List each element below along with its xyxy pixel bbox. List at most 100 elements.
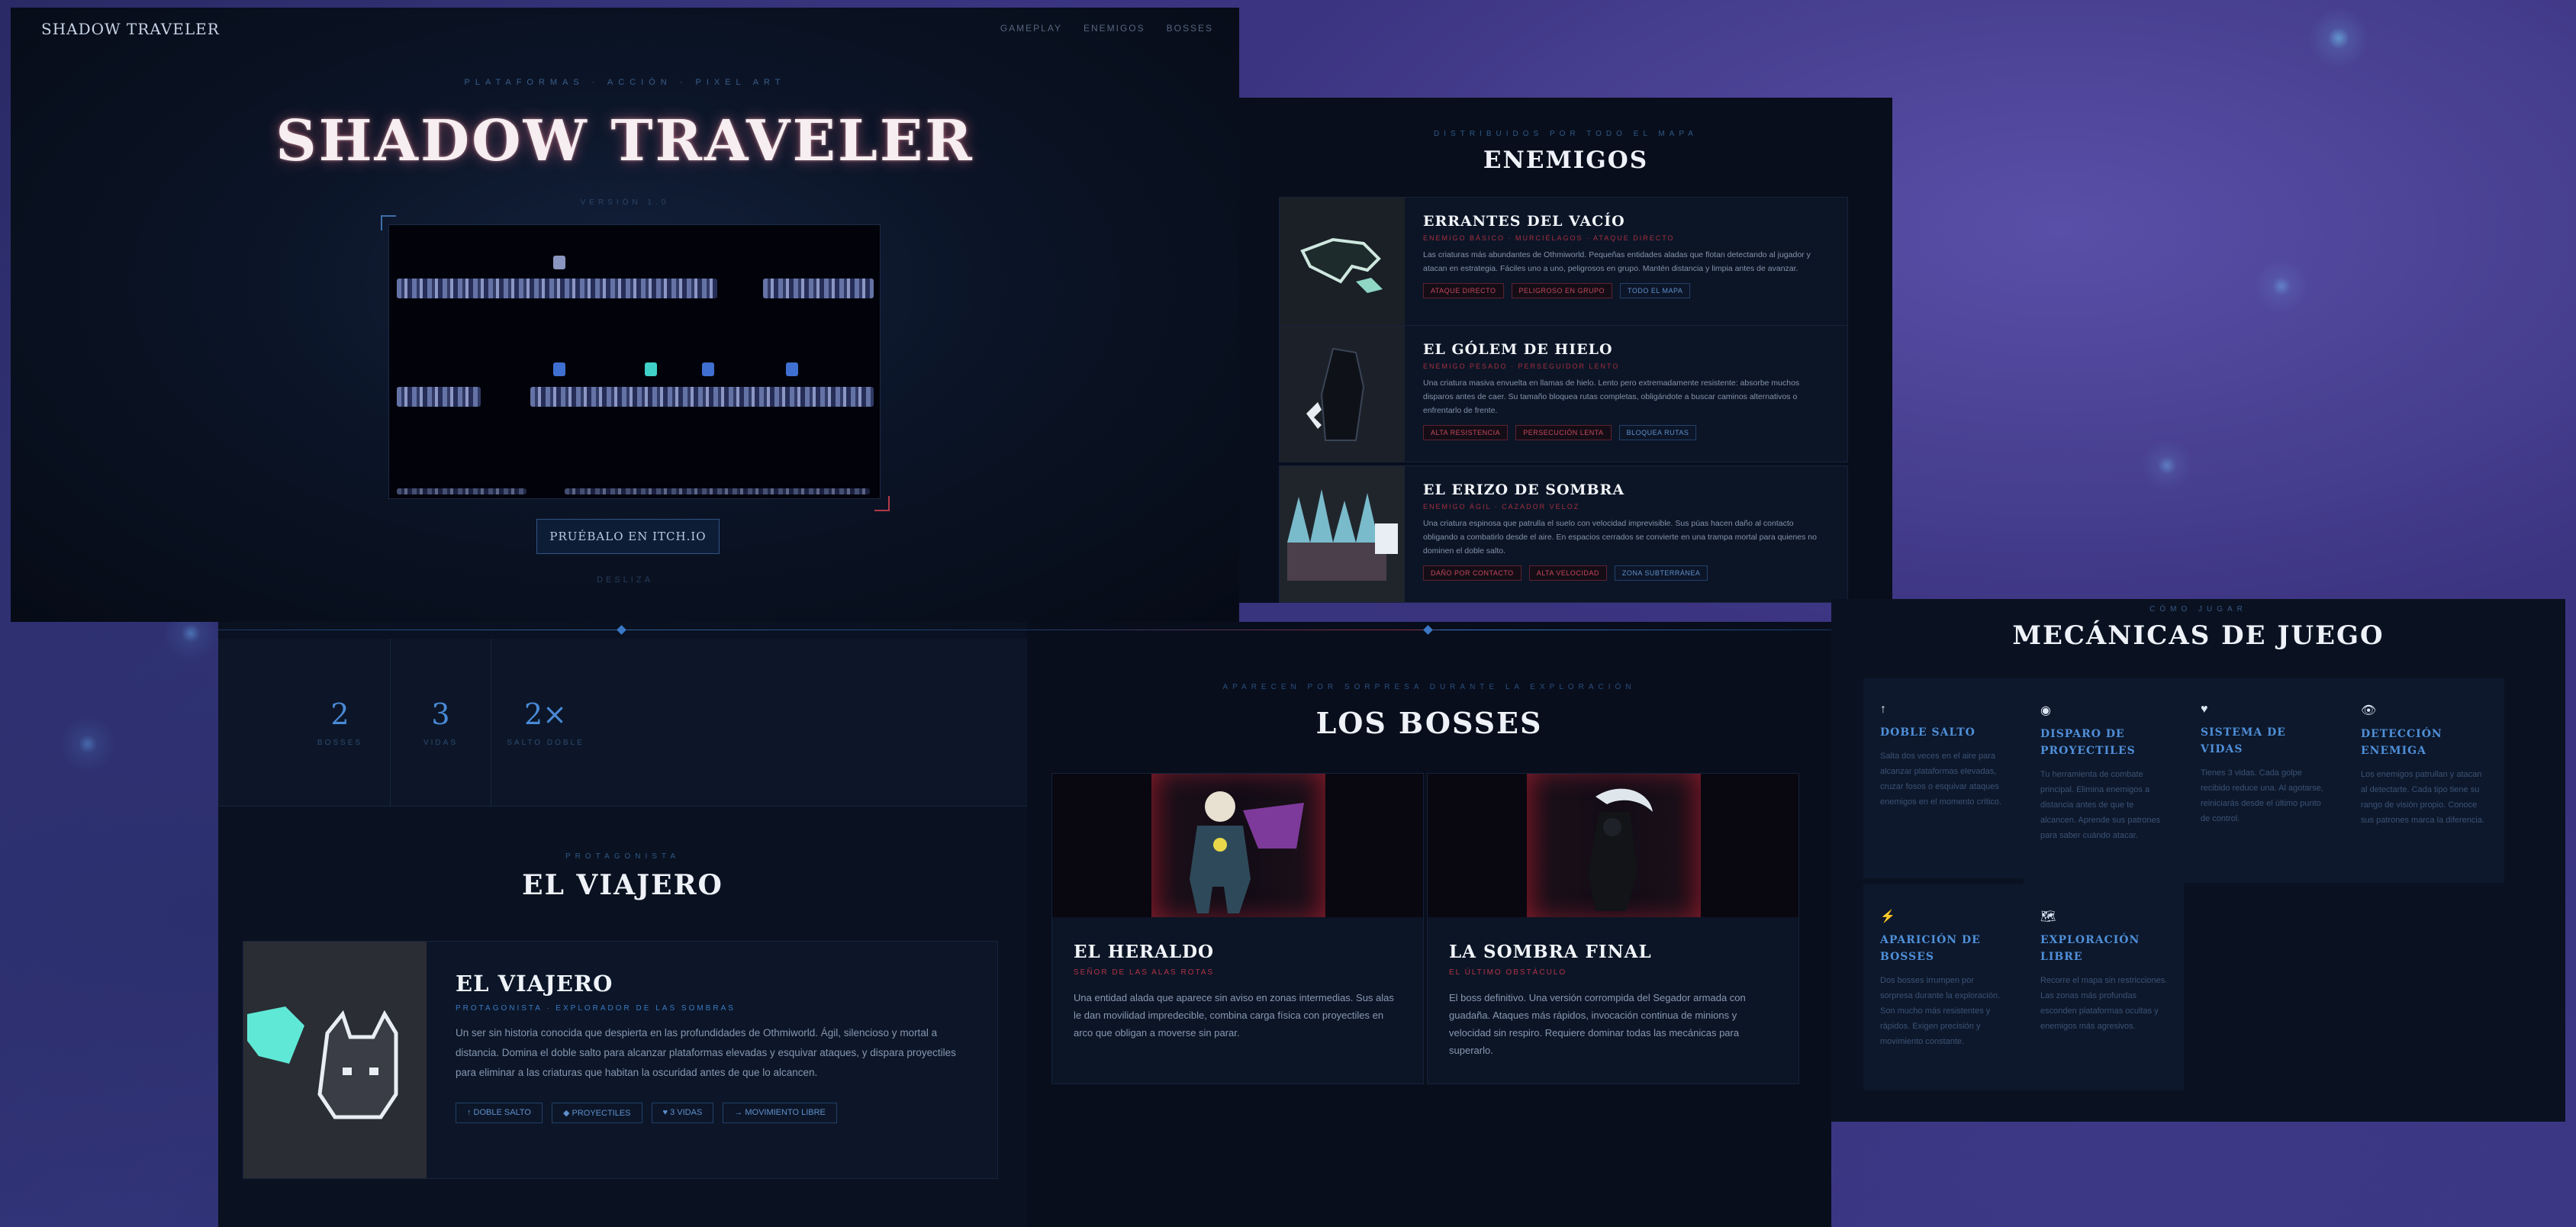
enemies-title: ENEMIGOS xyxy=(1483,147,1649,174)
nav-link-enemigos[interactable]: ENEMIGOS xyxy=(1084,23,1145,34)
hero-title: SHADOW TRAVELER xyxy=(275,108,974,174)
top-navbar: SHADOW TRAVELER GAMEPLAY ENEMIGOS BOSSES xyxy=(11,8,1239,50)
boss-portrait xyxy=(1428,774,1798,917)
enemy-chip: ATAQUE DIRECTO xyxy=(1423,283,1504,298)
mechanic-card-double-jump: ↑ DOBLE SALTO Salta dos veces en el aire… xyxy=(1863,678,2024,878)
enemy-portrait xyxy=(1280,466,1405,602)
mechanic-card-bosses: ⚡ APARICIÓN DE BOSSES Dos bosses irrumpe… xyxy=(1863,884,2024,1090)
game-platform xyxy=(763,279,874,298)
mechanics-title: MECÁNICAS DE JUEGO xyxy=(2012,620,2384,651)
enemy-name: ERRANTES DEL VACÍO xyxy=(1423,213,1625,230)
enemy-chip: ZONA SUBTERRÁNEA xyxy=(1614,565,1708,581)
lightning-icon: ⚡ xyxy=(1880,910,1895,923)
stats-bar: 2 BOSSES 3 VIDAS 2× SALTO DOBLE xyxy=(218,639,1027,807)
mechanic-name: DETECCIÓN ENEMIGA xyxy=(2361,728,2442,757)
enemy-chip: TODO EL MAPA xyxy=(1620,283,1691,298)
mechanic-description: Recorre el mapa sin restricciones. Las z… xyxy=(2040,976,2168,1031)
mechanic-card-detection: 👁 DETECCIÓN ENEMIGA Los enemigos patrull… xyxy=(2344,678,2504,883)
enemy-chip: PELIGROSO EN GRUPO xyxy=(1511,283,1613,298)
enemy-card: ERRANTES DEL VACÍO ENEMIGO BÁSICO · MURC… xyxy=(1279,197,1848,334)
mechanic-name: EXPLORACIÓN LIBRE xyxy=(2040,934,2140,963)
stat-value: 2× xyxy=(523,697,568,731)
mechanic-card-exploration: 🗺 EXPLORACIÓN LIBRE Recorre el mapa sin … xyxy=(2024,884,2184,1090)
stat-value: 2 xyxy=(330,697,349,731)
main-nav: GAMEPLAY ENEMIGOS BOSSES xyxy=(1000,23,1213,34)
game-player-sprite xyxy=(553,256,565,269)
protagonist-description: Un ser sin historia conocida que despier… xyxy=(456,1027,956,1078)
boss-card: LA SOMBRA FINAL EL ÚLTIMO OBSTÁCULO El b… xyxy=(1427,773,1799,1084)
mechanic-description: Tienes 3 vidas. Cada golpe recibido redu… xyxy=(2201,768,2323,823)
mechanic-name: SISTEMA DE VIDAS xyxy=(2201,726,2286,755)
enemy-chip: ALTA VELOCIDAD xyxy=(1528,565,1607,581)
stat-label: VIDAS xyxy=(423,739,458,747)
divider-ornament xyxy=(1423,625,1433,635)
hero-section: SHADOW TRAVELER GAMEPLAY ENEMIGOS BOSSES… xyxy=(11,8,1239,622)
mechanic-description: Salta dos veces en el aire para alcanzar… xyxy=(1880,752,2001,807)
ability-chip-double-jump: ↑ DOBLE SALTO xyxy=(456,1103,543,1123)
enemy-name: EL ERIZO DE SOMBRA xyxy=(1423,481,1625,498)
enemy-tags: ENEMIGO PESADO · PERSEGUIDOR LENTO xyxy=(1423,362,1620,370)
version-label: VERSIÓN 1.0 xyxy=(580,198,670,207)
boss-description: El boss definitivo. Una versión corrompi… xyxy=(1449,992,1746,1056)
stat-label: SALTO DOBLE xyxy=(507,739,584,747)
boss-card: EL HERALDO SEÑOR DE LAS ALAS ROTAS Una e… xyxy=(1051,773,1424,1084)
enemy-tags: ENEMIGO ÁGIL · CAZADOR VELOZ xyxy=(1423,503,1580,510)
gameplay-screenshot xyxy=(388,224,881,499)
gameplay-preview-frame xyxy=(381,215,890,511)
game-enemy-sprite xyxy=(702,362,714,376)
protagonist-card: EL VIAJERO PROTAGONISTA · EXPLORADOR DE … xyxy=(243,941,998,1179)
enemy-chip: BLOQUEA RUTAS xyxy=(1618,425,1697,440)
enemies-section: DISTRIBUIDOS POR TODO EL MAPA ENEMIGOS E… xyxy=(1239,98,1892,603)
boss-subtitle: SEÑOR DE LAS ALAS ROTAS xyxy=(1074,968,1215,977)
enemies-kicker: DISTRIBUIDOS POR TODO EL MAPA xyxy=(1434,130,1698,138)
game-platform xyxy=(530,387,874,407)
enemy-name: EL GÓLEM DE HIELO xyxy=(1423,341,1613,358)
enemy-card: EL GÓLEM DE HIELO ENEMIGO PESADO · PERSE… xyxy=(1279,325,1848,462)
enemy-portrait xyxy=(1280,326,1405,462)
protagonist-section: 2 BOSSES 3 VIDAS 2× SALTO DOBLE PROTAGON… xyxy=(218,622,1027,1227)
boss-portrait xyxy=(1052,774,1423,917)
bosses-kicker: APARECEN POR SORPRESA DURANTE LA EXPLORA… xyxy=(1222,683,1636,691)
bosses-title: LOS BOSSES xyxy=(1315,706,1543,740)
eye-icon: 👁 xyxy=(2361,704,2377,717)
game-platform xyxy=(397,387,481,407)
protagonist-title: EL VIAJERO xyxy=(522,869,723,901)
enemy-description: Una criatura espinosa que patrulla el su… xyxy=(1423,519,1817,556)
enemy-description: Una criatura masiva envuelta en llamas d… xyxy=(1423,378,1800,415)
ability-chip-lives: ♥ 3 VIDAS xyxy=(651,1103,714,1123)
arrow-up-icon: ↑ xyxy=(1880,703,1886,716)
mechanics-section: CÓMO JUGAR MECÁNICAS DE JUEGO ↑ DOBLE SA… xyxy=(1831,599,2565,1122)
mechanic-name: DOBLE SALTO xyxy=(1880,726,1975,739)
enemy-card: EL ERIZO DE SOMBRA ENEMIGO ÁGIL · CAZADO… xyxy=(1279,465,1848,603)
mechanic-name: APARICIÓN DE BOSSES xyxy=(1880,934,1981,963)
play-itchio-button[interactable]: PRUÉBALO EN ITCH.IO xyxy=(536,519,720,554)
game-platform xyxy=(565,488,870,494)
ability-chip-projectiles: ◆ PROYECTILES xyxy=(551,1103,642,1123)
nav-link-bosses[interactable]: BOSSES xyxy=(1167,23,1213,34)
target-icon: ◉ xyxy=(2040,704,2051,717)
enemy-chip: ALTA RESISTENCIA xyxy=(1423,425,1509,440)
enemy-portrait xyxy=(1280,198,1405,333)
mechanic-description: Dos bosses irrumpen por sorpresa durante… xyxy=(1880,976,2001,1046)
game-enemy-sprite xyxy=(645,362,657,376)
mechanics-kicker: CÓMO JUGAR xyxy=(2149,605,2247,614)
nav-link-gameplay[interactable]: GAMEPLAY xyxy=(1000,23,1062,34)
stat-label: BOSSES xyxy=(317,739,363,747)
stat-salto-doble: 2× SALTO DOBLE xyxy=(491,639,600,806)
boss-name: EL HERALDO xyxy=(1074,942,1215,962)
bosses-section: APARECEN POR SORPRESA DURANTE LA EXPLORA… xyxy=(1027,622,1831,1227)
mechanic-card-lives: ♥ SISTEMA DE VIDAS Tienes 3 vidas. Cada … xyxy=(2184,678,2344,883)
protagonist-portrait xyxy=(243,942,427,1178)
mechanics-grid: ↑ DOBLE SALTO Salta dos veces en el aire… xyxy=(1863,678,2509,1090)
stat-vidas: 3 VIDAS xyxy=(391,639,491,806)
protagonist-kicker: PROTAGONISTA xyxy=(565,852,680,861)
enemy-tags: ENEMIGO BÁSICO · MURCIÉLAGOS · ATAQUE DI… xyxy=(1423,234,1675,242)
brand-logo[interactable]: SHADOW TRAVELER xyxy=(41,20,220,38)
game-enemy-sprite xyxy=(553,362,565,376)
protagonist-name: EL VIAJERO xyxy=(456,971,613,997)
game-platform xyxy=(397,488,526,494)
enemy-chip: DAÑO POR CONTACTO xyxy=(1423,565,1521,581)
mechanic-description: Los enemigos patrullan y atacan al detec… xyxy=(2361,770,2485,825)
mechanic-card-projectiles: ◉ DISPARO DE PROYECTILES Tu herramienta … xyxy=(2024,678,2184,884)
boss-name: LA SOMBRA FINAL xyxy=(1449,942,1652,962)
